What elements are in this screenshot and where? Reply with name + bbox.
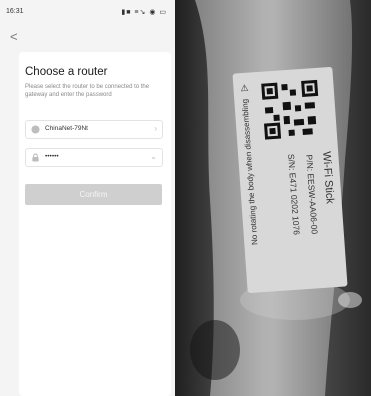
password-field[interactable]: •••••• ⌄ — [25, 148, 163, 167]
status-bar: 16:31 ▮■ ≡↘ ◉ ▭ — [6, 8, 167, 18]
label-warning: No rotating the body when disassembling — [240, 98, 260, 246]
lock-icon — [32, 153, 39, 162]
page-title: Choose a router — [25, 66, 108, 78]
warning-triangle-icon: ⚠ — [240, 82, 249, 94]
label-product: Wi-Fi Stick — [320, 150, 336, 205]
label-part-number: P/N: EESW-AA06-00 — [304, 154, 320, 235]
chevron-down-icon[interactable]: ⌄ — [150, 152, 157, 161]
status-time: 16:31 — [6, 8, 24, 15]
label-serial-number: S/N: E471 0202 1076 — [286, 153, 302, 236]
router-card: Choose a router Please select the router… — [19, 52, 171, 396]
qr-code — [259, 77, 324, 142]
wifi-icon — [31, 125, 40, 134]
status-icons: ▮■ ≡↘ ◉ ▭ — [121, 9, 167, 16]
chevron-right-icon: › — [154, 124, 157, 133]
confirm-button[interactable]: Confirm — [25, 184, 162, 205]
back-icon: < — [10, 29, 18, 44]
back-button[interactable]: < — [10, 30, 24, 44]
password-value: •••••• — [45, 153, 59, 160]
device-label: No rotating the body when disassembling … — [232, 66, 348, 294]
router-select[interactable]: ChinaNet-79Nt › — [25, 120, 163, 139]
page-subtitle: Please select the router to be connected… — [25, 84, 150, 98]
router-ssid: ChinaNet-79Nt — [45, 125, 88, 132]
phone-screen: 16:31 ▮■ ≡↘ ◉ ▭ < Choose a router Please… — [0, 0, 175, 396]
